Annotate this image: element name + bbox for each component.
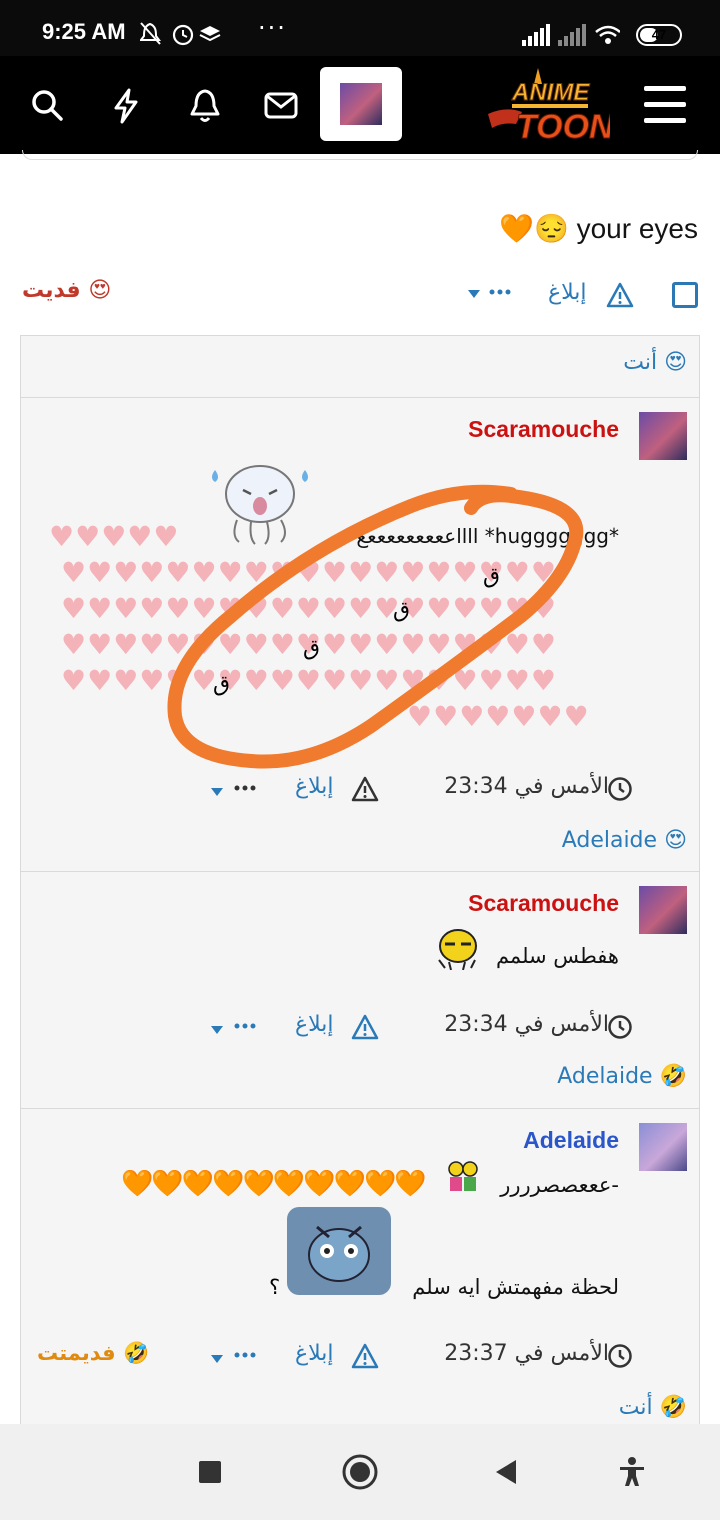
more-options-icon[interactable] — [211, 784, 261, 800]
user-avatar-button[interactable] — [320, 67, 402, 141]
status-bar: 9:25 AM ··· 47 — [0, 0, 720, 56]
clock-icon — [608, 1015, 632, 1039]
comment-text: لحظة مفهمتش ايه سلم — [412, 1275, 619, 1299]
battery-level: 47 — [651, 27, 667, 42]
more-options-icon[interactable] — [211, 1351, 261, 1367]
commenter-name[interactable]: Adelaide — [523, 1127, 619, 1154]
header-reactor[interactable]: أنت 😍 — [623, 350, 687, 375]
comment-text: هفطس سلمم — [495, 944, 619, 968]
select-checkbox[interactable] — [672, 282, 698, 308]
more-options-icon[interactable] — [468, 286, 512, 302]
recents-button[interactable] — [199, 1461, 221, 1483]
character-sticker — [287, 1207, 391, 1295]
heart-emoji: 🧡 — [499, 213, 534, 244]
comment-reactor[interactable]: Adelaide 🤣 — [557, 1064, 687, 1089]
report-label: إبلاغ — [295, 774, 334, 799]
report-label: إبلاغ — [295, 1012, 334, 1037]
avatar — [340, 83, 382, 125]
heart-eyes-emoji: 😍 — [664, 350, 687, 375]
comment-1: Scaramouche ♥♥♥♥♥ ااااعععععععععع *hugggg… — [21, 398, 699, 872]
warning-icon — [351, 1343, 379, 1369]
signal-wifi-icons — [522, 24, 620, 46]
hearts-row: 🧡🧡🧡🧡🧡🧡🧡🧡🧡🧡 — [121, 1169, 427, 1199]
back-button[interactable] — [494, 1458, 518, 1486]
header-reactor-name: أنت — [623, 350, 658, 375]
mail-icon[interactable] — [264, 92, 298, 120]
comment-reactor[interactable]: Adelaide 😍 — [562, 828, 687, 853]
comment-reactor[interactable]: أنت 🤣 — [619, 1395, 687, 1420]
post-text-tail: your eyes — [576, 213, 698, 244]
comment-time[interactable]: الأمس في 23:37 — [444, 1341, 609, 1366]
orange-scribble — [167, 484, 584, 769]
report-button[interactable]: إبلاغ — [548, 280, 587, 305]
report-label: إبلاغ — [295, 1341, 334, 1366]
rofl-emoji: 🤣 — [659, 1064, 687, 1089]
report-button[interactable]: إبلاغ — [295, 774, 334, 799]
card-edge — [22, 150, 698, 160]
post-reaction[interactable]: فديت 😍 — [22, 278, 111, 303]
commenter-avatar[interactable] — [639, 886, 687, 934]
clock-icon — [608, 1344, 632, 1368]
time-label: الأمس في 23:34 — [444, 1012, 609, 1037]
comment-reaction[interactable]: فديمتت 🤣 — [37, 1341, 149, 1366]
report-label: إبلاغ — [548, 280, 587, 305]
time-label: الأمس في 23:34 — [444, 774, 609, 799]
laughing-sticker — [438, 929, 477, 970]
top-navigation: ANIME TOON — [0, 56, 720, 154]
more-options-icon[interactable] — [211, 1022, 261, 1038]
heart-eyes-emoji: 😍 — [88, 278, 112, 303]
post-actions: فديت 😍 إبلاغ — [22, 272, 700, 316]
more-notifications-icon: ··· — [258, 14, 287, 42]
reactor-name: Adelaide — [561, 828, 658, 853]
comments-header: أنت 😍 — [21, 336, 699, 398]
anime-toon-logo[interactable]: ANIME TOON — [486, 66, 610, 146]
logo-top-text: ANIME — [511, 79, 590, 106]
reaction-label: فديمتت — [37, 1341, 116, 1365]
commenter-avatar[interactable] — [639, 1123, 687, 1171]
comment-time[interactable]: الأمس في 23:34 — [444, 1012, 609, 1037]
report-button[interactable]: إبلاغ — [295, 1341, 334, 1366]
logo-bottom-text: TOON — [516, 108, 610, 146]
commenter-avatar[interactable] — [639, 412, 687, 460]
comments-section: أنت 😍 Scaramouche ♥♥♥♥♥ ااااعععععععععع *… — [20, 335, 700, 1435]
bolt-icon[interactable] — [112, 88, 140, 124]
reactor-name: أنت — [618, 1395, 653, 1420]
comment-time[interactable]: الأمس في 23:34 — [444, 774, 609, 799]
warning-icon — [351, 776, 379, 802]
comment-2: Scaramouche هفطس سلمم الأمس في 23:34 إبل… — [21, 872, 699, 1109]
clock-icon — [608, 777, 632, 801]
couple-sticker — [448, 1161, 478, 1191]
accessibility-icon[interactable] — [618, 1456, 646, 1488]
warning-icon — [606, 282, 634, 308]
system-navigation-bar — [0, 1424, 720, 1520]
reactor-name: Adelaide — [557, 1064, 653, 1089]
question-mark: ؟ — [269, 1275, 281, 1299]
comment-3: Adelaide -عععصصرررر 🧡🧡🧡🧡🧡🧡🧡🧡🧡🧡 لحظة مفهم… — [21, 1109, 699, 1439]
post-text: 🧡😔 your eyes — [499, 212, 698, 245]
pensive-emoji: 😔 — [533, 213, 569, 244]
commenter-name[interactable]: Scaramouche — [468, 890, 619, 917]
menu-icon[interactable] — [644, 86, 686, 134]
warning-icon — [351, 1014, 379, 1040]
comment-text: -عععصصرررر — [500, 1173, 619, 1197]
reaction-label: فديت — [22, 278, 81, 303]
rofl-emoji: 🤣 — [659, 1395, 687, 1420]
heart-eyes-emoji: 😍 — [664, 828, 687, 853]
search-icon[interactable] — [30, 88, 64, 122]
hearts-row: ♥♥♥♥♥ — [49, 520, 180, 553]
report-button[interactable]: إبلاغ — [295, 1012, 334, 1037]
battery-icon: 47 — [636, 24, 682, 46]
clock: 9:25 AM — [42, 19, 126, 44]
home-button[interactable] — [341, 1453, 379, 1491]
bell-icon[interactable] — [189, 88, 221, 124]
commenter-name[interactable]: Scaramouche — [468, 416, 619, 443]
notification-icons — [140, 22, 221, 46]
time-label: الأمس في 23:37 — [444, 1341, 609, 1366]
rofl-emoji: 🤣 — [122, 1341, 150, 1365]
